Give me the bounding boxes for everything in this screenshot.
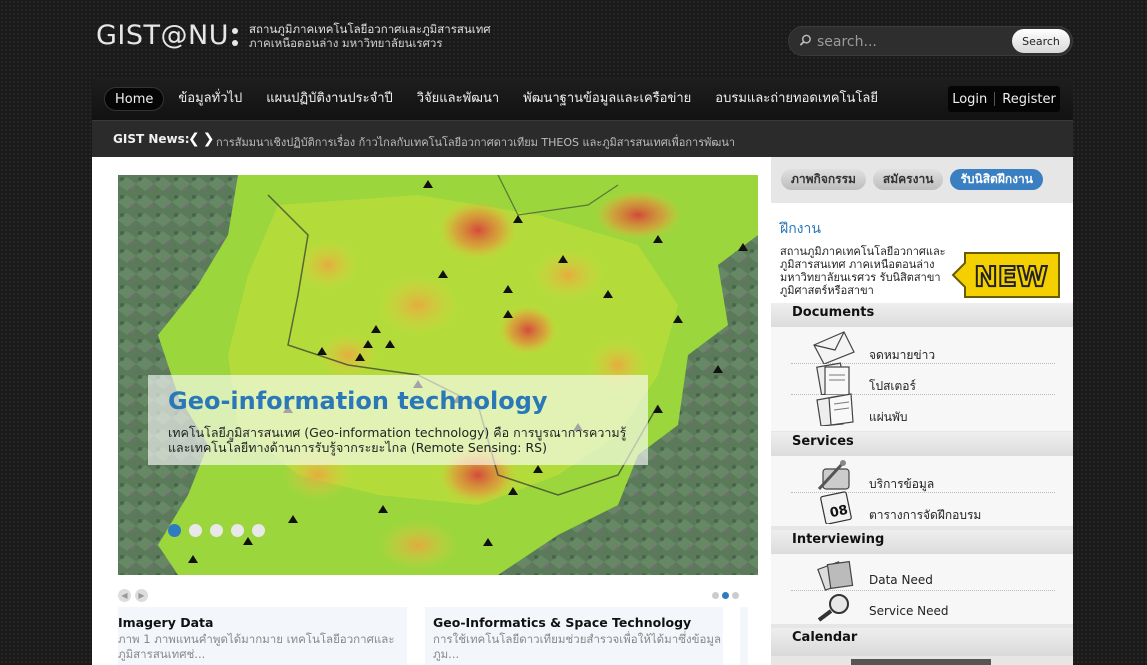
search-input[interactable]: [817, 32, 1007, 52]
tab-job-apply[interactable]: สมัครงาน: [872, 169, 944, 190]
sidebar-tabs: ภาพกิจกรรม สมัครงาน รับนิสิตฝึกงาน: [781, 169, 1043, 190]
carousel-pagination: [712, 592, 739, 599]
news-label: GIST News:: [113, 132, 190, 146]
documents-item-label[interactable]: โปสเตอร์: [869, 377, 916, 396]
search-box: Search: [788, 26, 1073, 56]
login-link[interactable]: Login: [952, 92, 987, 107]
slider-dot-5[interactable]: [252, 524, 265, 537]
search-icon: [799, 34, 811, 46]
documents-item-label[interactable]: จดหมายข่าว: [869, 346, 935, 365]
news-ticker: GIST News: ❮ ❯ การสัมมนาเชิงปฏิบัติการเร…: [92, 120, 1073, 157]
logo-colon-icon: [231, 28, 238, 46]
panel-text: สถานภูมิภาคเทคโนโลยีอวกาศและภูมิสารสนเทศ…: [780, 245, 946, 297]
news-arrows: ❮ ❯: [188, 131, 214, 147]
news-headline[interactable]: การสัมมนาเชิงปฏิบัติการเรื่อง ก้าวไกลกับ…: [216, 133, 735, 151]
nav-item-database[interactable]: พัฒนาฐานข้อมูลและเครือข่าย: [513, 87, 701, 111]
documents-item-brochure[interactable]: แผ่นพับ: [791, 393, 1055, 427]
slide-description: เทคโนโลยีภูมิสารสนเทศ (Geo-information t…: [168, 425, 627, 455]
services-item-label[interactable]: บริการข้อมูล: [869, 475, 934, 494]
interviewing-item-label[interactable]: Data Need: [869, 573, 933, 587]
interviewing-item-label[interactable]: Service Need: [869, 604, 949, 618]
slider-dot-4[interactable]: [231, 524, 244, 537]
nav-item-training[interactable]: อบรมและถ่ายทอดเทคโนโลยี: [705, 87, 888, 111]
feature-card-partial: [740, 607, 748, 665]
tools-icon: [817, 460, 850, 491]
services-item-label[interactable]: ตารางการจัดฝึกอบรม: [869, 506, 981, 525]
calendar-icon: 08: [820, 491, 852, 524]
slide-caption: Geo-information technology เทคโนโลยีภูมิ…: [148, 375, 648, 465]
carousel-dot-3[interactable]: [732, 592, 739, 599]
logo-text: GIST@NU: [96, 20, 229, 51]
calendar-header: Calendar: [771, 628, 1073, 656]
new-badge-text: NEW: [974, 260, 1048, 293]
nav-item-research[interactable]: วิจัยและพัฒนา: [407, 87, 509, 111]
register-link[interactable]: Register: [1002, 92, 1056, 107]
brochure-icon: [816, 393, 854, 426]
internship-panel: ฝึกงาน สถานภูมิภาคเทคโนโลยีอวกาศและภูมิส…: [771, 203, 1073, 315]
nav-item-annual-plan[interactable]: แผนปฏิบัติงานประจำปี: [256, 87, 402, 111]
slider-dot-1[interactable]: [168, 524, 181, 537]
auth-links: Login Register: [948, 86, 1060, 112]
carousel-dot-1[interactable]: [712, 592, 719, 599]
tab-activity-photos[interactable]: ภาพกิจกรรม: [781, 169, 866, 190]
new-badge-icon: NEW: [951, 252, 1060, 298]
search-button[interactable]: Search: [1012, 29, 1070, 53]
logo-subtitle-line2: ภาคเหนือตอนล่าง มหาวิทยาลัยนเรศวร: [248, 36, 443, 50]
news-prev-icon[interactable]: ❮: [188, 131, 200, 147]
envelope-icon: [813, 331, 855, 364]
feature-card-imagery[interactable]: Imagery Data ภาพ 1 ภาพแทนคำพูดได้มากมาย …: [118, 607, 407, 665]
documents-item-newsletter[interactable]: จดหมายข่าว: [791, 331, 1055, 365]
tab-internship[interactable]: รับนิสิตฝึกงาน: [950, 169, 1043, 190]
nav-item-general-info[interactable]: ข้อมูลทั่วไป: [168, 87, 252, 111]
interviewing-item-data-need[interactable]: Data Need: [791, 560, 1055, 591]
card-title[interactable]: Geo-Informatics & Space Technology: [433, 615, 723, 630]
main-navbar: Home ข้อมูลทั่วไป แผนปฏิบัติงานประจำปี ว…: [92, 78, 1073, 120]
main-content: Geo-information technology เทคโนโลยีภูมิ…: [92, 157, 771, 665]
sidebar: ภาพกิจกรรม สมัครงาน รับนิสิตฝึกงาน ฝึกงา…: [771, 157, 1073, 665]
auth-divider: [994, 92, 996, 106]
panel-title[interactable]: ฝึกงาน: [780, 218, 821, 240]
calendar-widget[interactable]: [851, 659, 991, 665]
poster-icon: [816, 362, 850, 395]
slider-pagination: [168, 524, 265, 537]
carousel-prev-icon[interactable]: ◀: [118, 589, 131, 602]
documents-item-poster[interactable]: โปสเตอร์: [791, 362, 1055, 396]
carousel-next-icon[interactable]: ▶: [135, 589, 148, 602]
slide-title[interactable]: Geo-information technology: [168, 387, 548, 415]
image-slider[interactable]: Geo-information technology เทคโนโลยีภูมิ…: [118, 175, 758, 575]
slider-dot-3[interactable]: [210, 524, 223, 537]
card-title[interactable]: Imagery Data: [118, 615, 407, 630]
slider-dot-2[interactable]: [189, 524, 202, 537]
logo-subtitle: สถานภูมิภาคเทคโนโลยีอวกาศและภูมิสารสนเทศ…: [249, 22, 491, 50]
nav-menu: Home ข้อมูลทั่วไป แผนปฏิบัติงานประจำปี ว…: [104, 87, 892, 111]
interviewing-item-service-need[interactable]: Service Need: [791, 591, 1055, 622]
nav-item-home[interactable]: Home: [104, 87, 165, 111]
site-header: GIST@NU สถานภูมิภาคเทคโนโลยีอวกาศและภูมิ…: [0, 0, 1147, 78]
feature-card-geo-informatics[interactable]: Geo-Informatics & Space Technology การใช…: [425, 607, 723, 665]
documents-item-label[interactable]: แผ่นพับ: [869, 408, 908, 427]
magnifier-icon: [817, 594, 849, 622]
carousel-dot-2[interactable]: [722, 592, 729, 599]
services-item-data[interactable]: บริการข้อมูล: [791, 460, 1055, 494]
services-item-training-schedule[interactable]: 08 ตารางการจัดฝึกอบรม: [791, 491, 1055, 525]
card-text: การใช้เทคโนโลยีดาวเทียมช่วยสำรวจเพื่อให้…: [433, 632, 722, 661]
site-logo[interactable]: GIST@NU สถานภูมิภาคเทคโนโลยีอวกาศและภูมิ…: [96, 18, 491, 54]
folders-icon: [817, 560, 854, 591]
news-next-icon[interactable]: ❯: [203, 131, 215, 147]
carousel-nav: ◀ ▶: [118, 589, 148, 602]
card-text: ภาพ 1 ภาพแทนคำพูดได้มากมาย เทคโนโลยีอวกา…: [118, 632, 395, 661]
logo-subtitle-line1: สถานภูมิภาคเทคโนโลยีอวกาศและภูมิสารสนเทศ: [248, 22, 491, 36]
